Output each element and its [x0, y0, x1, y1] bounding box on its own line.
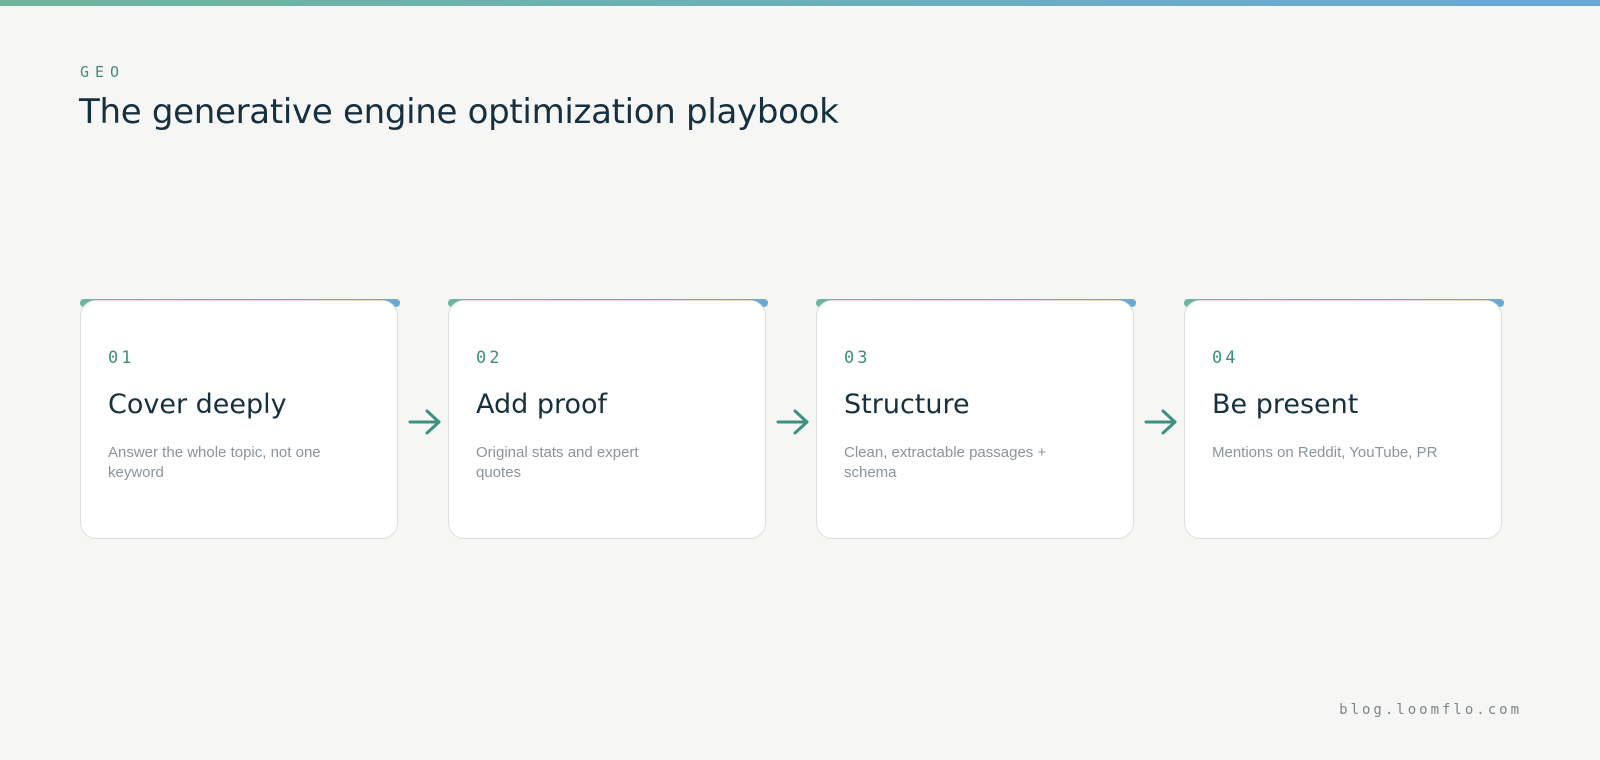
step-card-1: 01 Cover deeply Answer the whole topic, …	[80, 300, 398, 539]
footer-site-url: blog.loomflo.com	[1339, 702, 1522, 718]
step-number: 04	[1212, 348, 1239, 368]
arrow-right-icon	[408, 409, 441, 435]
arrow-right-icon	[1144, 409, 1177, 435]
step-number: 02	[476, 348, 503, 368]
step-card-4: 04 Be present Mentions on Reddit, YouTub…	[1184, 300, 1502, 539]
page-title: The generative engine optimization playb…	[79, 92, 839, 132]
step-title: Add proof	[476, 389, 608, 420]
step-description: Mentions on Reddit, YouTube, PR	[1212, 444, 1438, 461]
step-title: Cover deeply	[108, 389, 287, 420]
step-number: 03	[844, 348, 871, 368]
playbook-steps: 01 Cover deeply Answer the whole topic, …	[80, 299, 1504, 541]
step-title: Be present	[1212, 389, 1359, 420]
step-description: Answer the whole topic, not one keyword	[108, 444, 321, 481]
step-card-2: 02 Add proof Original stats and expert q…	[448, 300, 766, 539]
arrow-right-icon	[776, 409, 809, 435]
section-eyebrow: GEO	[80, 63, 126, 81]
step-title: Structure	[844, 389, 970, 420]
step-description: Clean, extractable passages + schema	[844, 444, 1047, 481]
step-number: 01	[108, 348, 135, 368]
top-accent-bar	[0, 0, 1600, 6]
step-card-3: 03 Structure Clean, extractable passages…	[816, 300, 1134, 539]
step-description: Original stats and expert quotes	[476, 444, 639, 481]
